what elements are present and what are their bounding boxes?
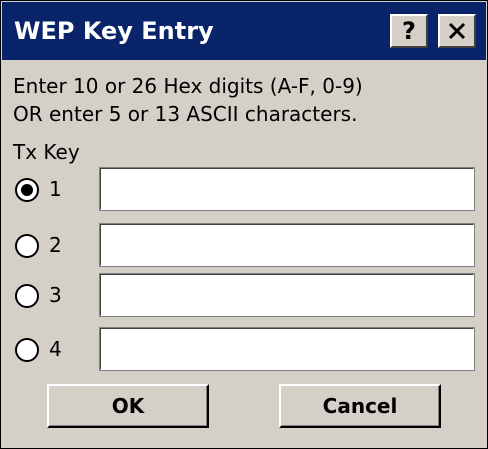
wep-key-input-1[interactable] [99, 167, 475, 211]
tx-key-radio-3[interactable] [15, 284, 39, 308]
title-bar: WEP Key Entry ? [2, 2, 486, 60]
key-row-4: 4 [13, 327, 475, 371]
tx-key-radio-1[interactable] [15, 178, 39, 202]
help-button[interactable]: ? [390, 14, 428, 48]
close-button[interactable] [438, 14, 476, 48]
tx-key-radio-label-1: 1 [49, 177, 62, 201]
ok-button[interactable]: OK [47, 384, 209, 428]
wep-key-input-3[interactable] [99, 273, 475, 317]
tx-key-radio-2[interactable] [15, 234, 39, 258]
key-row-1: 1 [13, 167, 475, 211]
dialog-title: WEP Key Entry [14, 17, 214, 45]
help-icon: ? [402, 17, 416, 45]
wep-key-input-2[interactable] [99, 223, 475, 267]
wep-key-input-4[interactable] [99, 327, 475, 371]
tx-key-radio-label-2: 2 [49, 233, 62, 257]
instruction-line-2: OR enter 5 or 13 ASCII characters. [13, 102, 358, 126]
wep-key-entry-dialog: WEP Key Entry ? Enter 10 or 26 Hex digit… [0, 0, 488, 449]
tx-key-label: Tx Key [13, 140, 80, 164]
key-row-2: 2 [13, 223, 475, 267]
tx-key-radio-label-4: 4 [49, 337, 62, 361]
cancel-button[interactable]: Cancel [279, 384, 441, 428]
close-icon [448, 22, 466, 40]
instruction-line-1: Enter 10 or 26 Hex digits (A-F, 0-9) [13, 74, 363, 98]
tx-key-radio-4[interactable] [15, 338, 39, 362]
key-row-3: 3 [13, 273, 475, 317]
radio-selected-dot [21, 184, 33, 196]
tx-key-radio-label-3: 3 [49, 283, 62, 307]
